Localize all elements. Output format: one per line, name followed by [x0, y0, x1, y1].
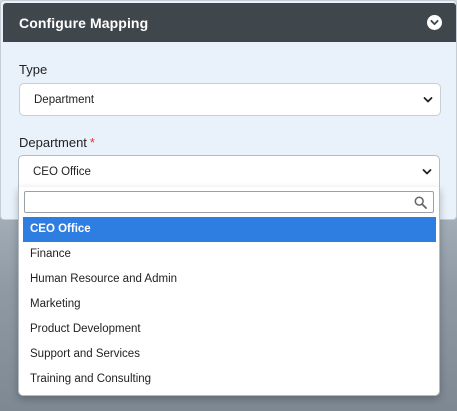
option-ceo-office[interactable]: CEO Office — [23, 217, 436, 242]
panel-header: Configure Mapping — [3, 3, 456, 42]
department-select-value: CEO Office — [33, 165, 91, 178]
dropdown-search — [24, 191, 434, 213]
option-product-development[interactable]: Product Development — [23, 317, 436, 342]
option-human-resource-and-admin[interactable]: Human Resource and Admin — [23, 267, 436, 292]
dropdown-options: CEO Office Finance Human Resource and Ad… — [23, 217, 436, 392]
chevron-down-circle-icon[interactable] — [427, 15, 442, 30]
type-select[interactable]: Department — [19, 83, 441, 116]
department-select[interactable]: CEO Office — [18, 155, 440, 188]
option-support-and-services[interactable]: Support and Services — [23, 342, 436, 367]
option-finance[interactable]: Finance — [23, 242, 436, 267]
chevron-down-icon — [422, 94, 434, 106]
option-training-and-consulting[interactable]: Training and Consulting — [23, 367, 436, 392]
dropdown-search-input[interactable] — [25, 192, 433, 212]
type-select-value: Department — [34, 93, 95, 106]
type-label-text: Type — [19, 62, 48, 77]
option-marketing[interactable]: Marketing — [23, 292, 436, 317]
department-label-text: Department — [19, 135, 87, 150]
chevron-down-icon — [421, 166, 433, 178]
department-dropdown: CEO Office Finance Human Resource and Ad… — [18, 187, 440, 396]
type-label: Type — [19, 62, 47, 77]
required-mark: * — [89, 135, 95, 150]
search-icon — [414, 196, 427, 209]
panel-title: Configure Mapping — [19, 14, 149, 31]
department-label: Department * — [19, 135, 95, 150]
